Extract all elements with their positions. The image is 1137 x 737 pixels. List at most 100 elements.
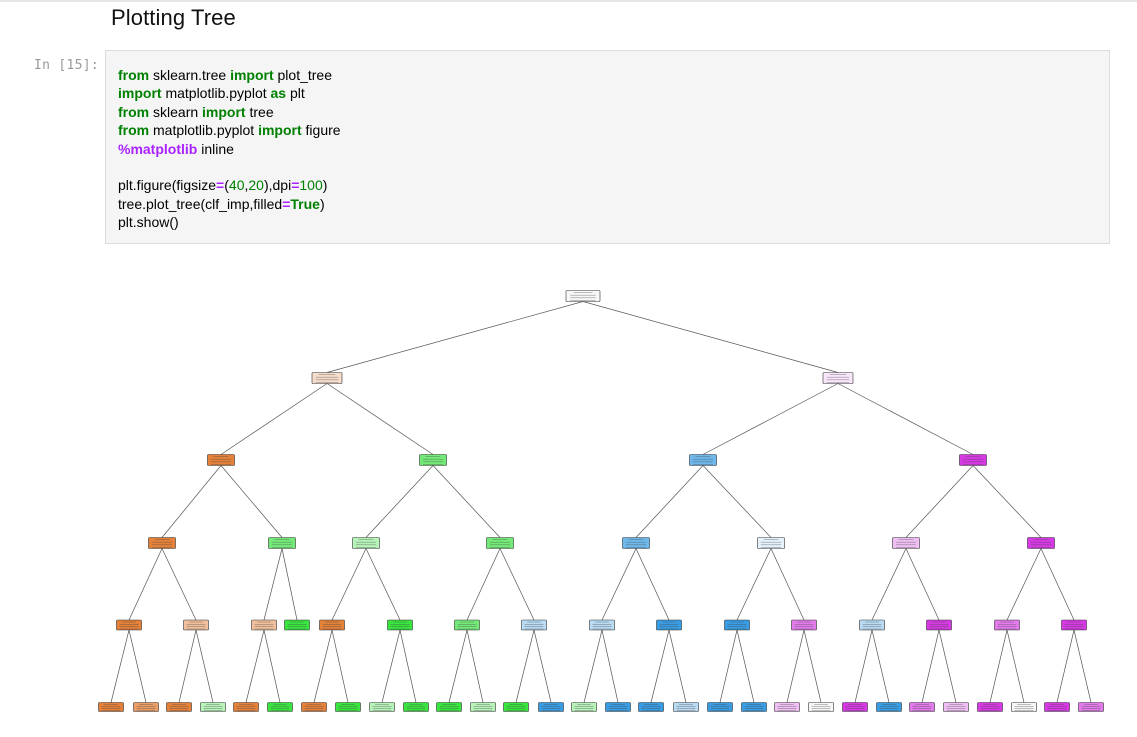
tree-node [207,454,235,466]
tree-node [1061,619,1087,631]
tree-node [268,537,296,549]
tree-node [822,372,854,384]
tree-node [707,702,733,712]
tree-node [977,702,1003,712]
tree-node [521,619,547,631]
tree-node-box [571,702,597,712]
tree-node [233,702,259,712]
tree-node [876,702,902,712]
tree-edge [399,629,417,703]
tree-edge [466,629,484,703]
tree-node-box [486,537,514,549]
tree-node-box [538,702,564,712]
tree-node [284,619,310,631]
tree-node-box [977,702,1003,712]
tree-edge [281,548,298,621]
tree-node-box [148,537,176,549]
tree-node [774,702,800,712]
tree-node-box [267,702,293,712]
tree-edge [1073,629,1092,703]
tree-edge [905,548,940,621]
tree-edge [786,629,805,703]
tree-edge [803,629,822,703]
tree-edge [871,629,890,703]
tree-node [335,702,361,712]
tree-node-box [791,619,817,631]
tree-node [959,454,987,466]
tree-node-box [707,702,733,712]
tree-node [622,537,650,549]
tree-node [673,702,699,712]
tree-edge [220,383,328,455]
tree-node [994,619,1020,631]
tree-edge [921,629,940,703]
tree-node-box [183,619,209,631]
tree-node-box [387,619,413,631]
tree-edge [601,548,637,621]
tree-node-box [98,702,124,712]
tree-node [724,619,750,631]
tree-edge [668,629,687,703]
tree-edge [1006,629,1025,703]
tree-edge [381,629,401,703]
tree-node [892,537,920,549]
tree-edge [448,629,468,703]
tree-node [486,537,514,549]
tree-node [605,702,631,712]
tree-edge [837,383,974,455]
tree-node-box [268,537,296,549]
tree-node-box [1078,702,1104,712]
tree-node [791,619,817,631]
tree-node [565,290,601,302]
tree-node-box [656,619,682,631]
tree-edge [245,629,265,703]
tree-edge [128,548,163,621]
tree-edge [905,465,974,538]
tree-node [538,702,564,712]
tree-edge [326,301,584,373]
tree-node [419,454,447,466]
tree-node [454,619,480,631]
tree-edge [635,465,704,538]
tree-edge [365,465,434,538]
tree-node-box [909,702,935,712]
tree-node-box [994,619,1020,631]
tree-node-box [892,537,920,549]
tree-node [589,619,615,631]
tree-node-box [673,702,699,712]
tree-edge [263,548,283,621]
decision-tree-plot [98,290,1104,712]
tree-edge [1040,548,1075,621]
tree-edge [770,548,805,621]
tree-node [808,702,834,712]
tree-node-box [842,702,868,712]
tree-edge [161,548,197,621]
tree-node-box [757,537,785,549]
tree-node-box [605,702,631,712]
tree-node [859,619,885,631]
tree-node-box [808,702,834,712]
tree-node-box [943,702,969,712]
tree-node [1078,702,1104,712]
tree-node-box [589,619,615,631]
tree-edge [313,629,333,703]
tree-node-box [133,702,159,712]
tree-node [1027,537,1055,549]
tree-node [267,702,293,712]
tree-node-box [352,537,380,549]
tree-node-box [116,619,142,631]
tree-edge [499,548,535,621]
tree-node-box [207,454,235,466]
tree-edge [365,548,401,621]
tree-node-box [689,454,717,466]
tree-edge [601,629,619,703]
tree-node-box [876,702,902,712]
tree-node [741,702,767,712]
tree-node-box [521,619,547,631]
tree-node-box [565,290,601,302]
tree-node [909,702,935,712]
tree-edge [220,465,283,538]
tree-edge [1006,548,1042,621]
tree-edge [331,629,349,703]
tree-edge [650,629,670,703]
